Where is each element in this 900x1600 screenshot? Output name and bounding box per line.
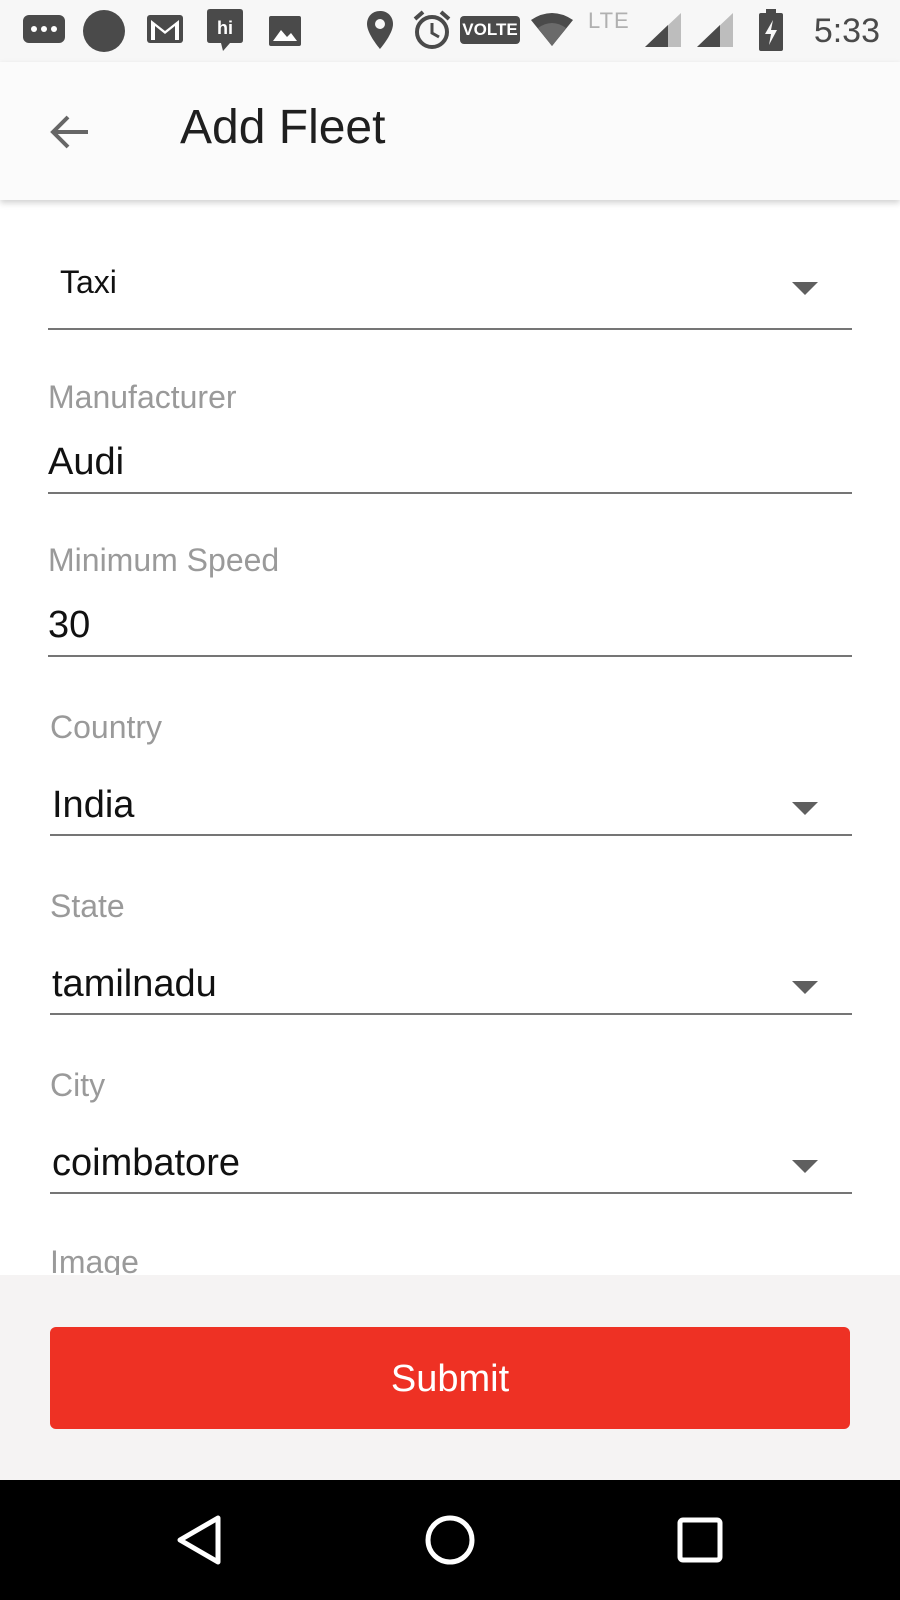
underline [48,328,852,330]
svg-text:hi: hi [217,18,233,38]
network-type: LTE [588,8,630,33]
state-field: State tamilnadu [50,885,852,1015]
state-label: State [50,888,125,924]
home-circle-icon[interactable] [420,1510,480,1570]
messages-icon [23,15,65,43]
underline [50,834,852,836]
chevron-down-icon[interactable] [792,981,818,994]
signal-icon [645,13,681,47]
location-icon [367,11,393,49]
underline [48,655,852,657]
wifi-icon [531,13,573,46]
manufacturer-field[interactable]: Manufacturer Audi [48,375,852,495]
battery-charging-icon [759,9,783,51]
footer: Submit [0,1275,900,1480]
city-dropdown[interactable]: coimbatore [52,1142,240,1185]
country-dropdown[interactable]: India [52,784,134,827]
status-bar: hi VOLTE LTE 5:33 [0,0,900,62]
navigation-bar [0,1480,900,1600]
arrow-back-icon[interactable] [44,106,96,158]
city-field: City coimbatore [50,1064,852,1194]
page-title: Add Fleet [180,101,386,154]
underline [50,1013,852,1015]
vehicle-type-dropdown[interactable]: Taxi [48,250,852,332]
city-label: City [50,1067,106,1103]
hike-icon: hi [207,9,243,51]
state-dropdown[interactable]: tamilnadu [52,963,217,1006]
chevron-down-icon [792,282,818,295]
submit-button[interactable]: Submit [50,1327,850,1429]
manufacturer-label: Manufacturer [48,379,237,415]
image-field: Image [50,1240,852,1280]
status-time: 5:33 [813,12,880,50]
minimum-speed-label: Minimum Speed [48,542,280,578]
chevron-down-icon[interactable] [792,1160,818,1173]
chevron-down-icon[interactable] [792,802,818,815]
minimum-speed-input[interactable]: 30 [48,604,90,647]
underline [50,1192,852,1194]
country-label: Country [50,709,163,745]
signal-icon [697,13,733,47]
manufacturer-input[interactable]: Audi [48,441,124,484]
underline [48,492,852,494]
gallery-icon [269,16,301,46]
back-triangle-icon[interactable] [170,1510,230,1570]
country-field: Country India [50,706,852,836]
circle-notification-icon [83,10,125,52]
app-bar: Add Fleet [0,62,900,200]
recents-square-icon[interactable] [670,1510,730,1570]
alarm-icon [413,10,451,49]
vehicle-type-value: Taxi [60,264,117,300]
volte-badge: VOLTE [460,16,520,44]
minimum-speed-field[interactable]: Minimum Speed 30 [48,538,852,658]
gmail-icon [147,15,183,43]
